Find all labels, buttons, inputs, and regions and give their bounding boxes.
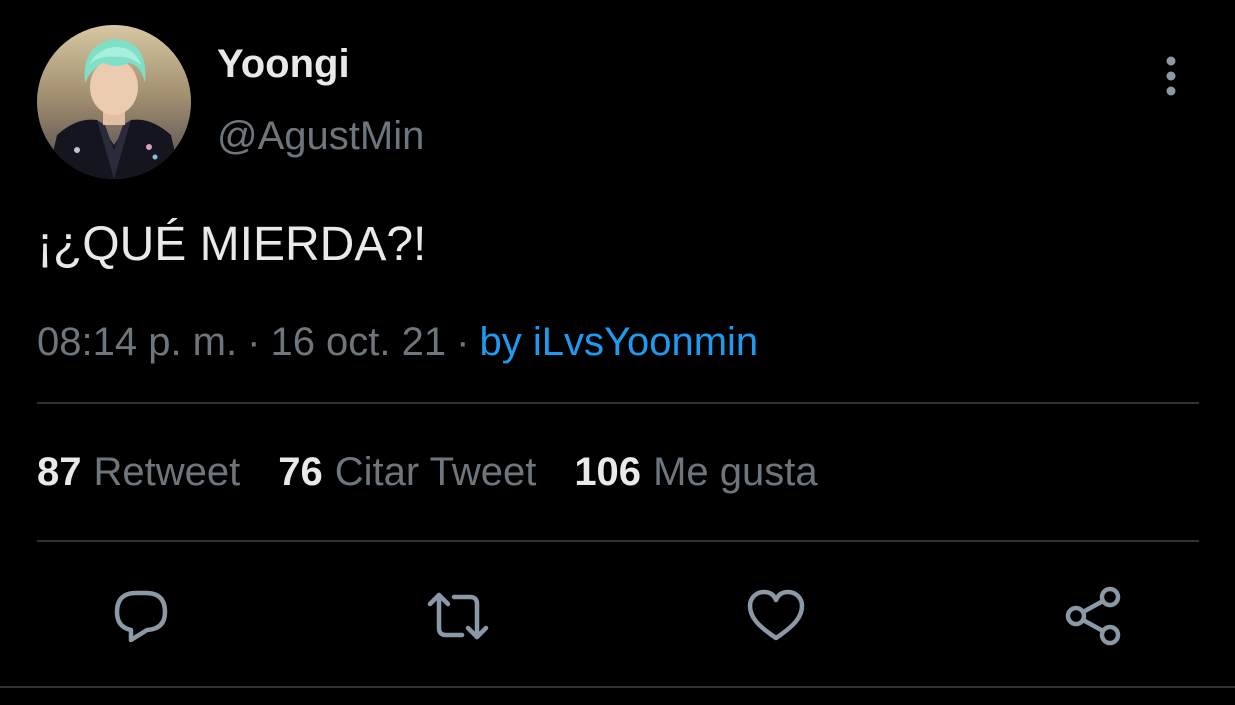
tweet-metadata: 08:14 p. m. · 16 oct. 21 · by iLvsYoonmin: [37, 318, 758, 366]
retweet-icon: [427, 592, 489, 640]
likes-count: 106: [574, 450, 642, 494]
retweets-count: 87: [37, 450, 82, 494]
quotes-stat[interactable]: 76 Citar Tweet: [278, 448, 536, 496]
divider: [37, 540, 1199, 542]
retweet-button[interactable]: [426, 584, 490, 648]
divider: [37, 402, 1199, 404]
share-icon: [1065, 586, 1121, 646]
more-options-button[interactable]: [1158, 55, 1184, 97]
like-button[interactable]: [744, 584, 808, 648]
display-name[interactable]: Yoongi: [217, 40, 350, 88]
divider: [0, 686, 1235, 688]
likes-stat[interactable]: 106 Me gusta: [574, 448, 817, 496]
avatar-image: [37, 25, 191, 179]
retweets-stat[interactable]: 87 Retweet: [37, 448, 240, 496]
reply-icon: [114, 590, 168, 643]
tweet-source-link[interactable]: by iLvsYoonmin: [479, 320, 758, 364]
separator-dot: ·: [456, 320, 470, 364]
user-handle[interactable]: @AgustMin: [217, 112, 424, 160]
share-button[interactable]: [1062, 584, 1126, 648]
separator-dot: ·: [247, 320, 261, 364]
heart-icon: [747, 589, 805, 641]
more-vertical-icon: [1166, 56, 1176, 96]
retweets-label: Retweet: [93, 450, 241, 494]
tweet-detail: Yoongi @AgustMin ¡¿QUÉ MIERDA?! 08:14 p.…: [0, 0, 1235, 705]
reply-button[interactable]: [109, 584, 173, 648]
likes-label: Me gusta: [653, 450, 818, 494]
tweet-date[interactable]: 16 oct. 21: [270, 320, 446, 364]
avatar[interactable]: [37, 25, 191, 179]
tweet-time[interactable]: 08:14 p. m.: [37, 320, 237, 364]
tweet-text: ¡¿QUÉ MIERDA?!: [37, 218, 427, 271]
quotes-count: 76: [278, 450, 323, 494]
engagement-stats: 87 Retweet 76 Citar Tweet 106 Me gusta: [37, 448, 856, 496]
quotes-label: Citar Tweet: [334, 450, 537, 494]
